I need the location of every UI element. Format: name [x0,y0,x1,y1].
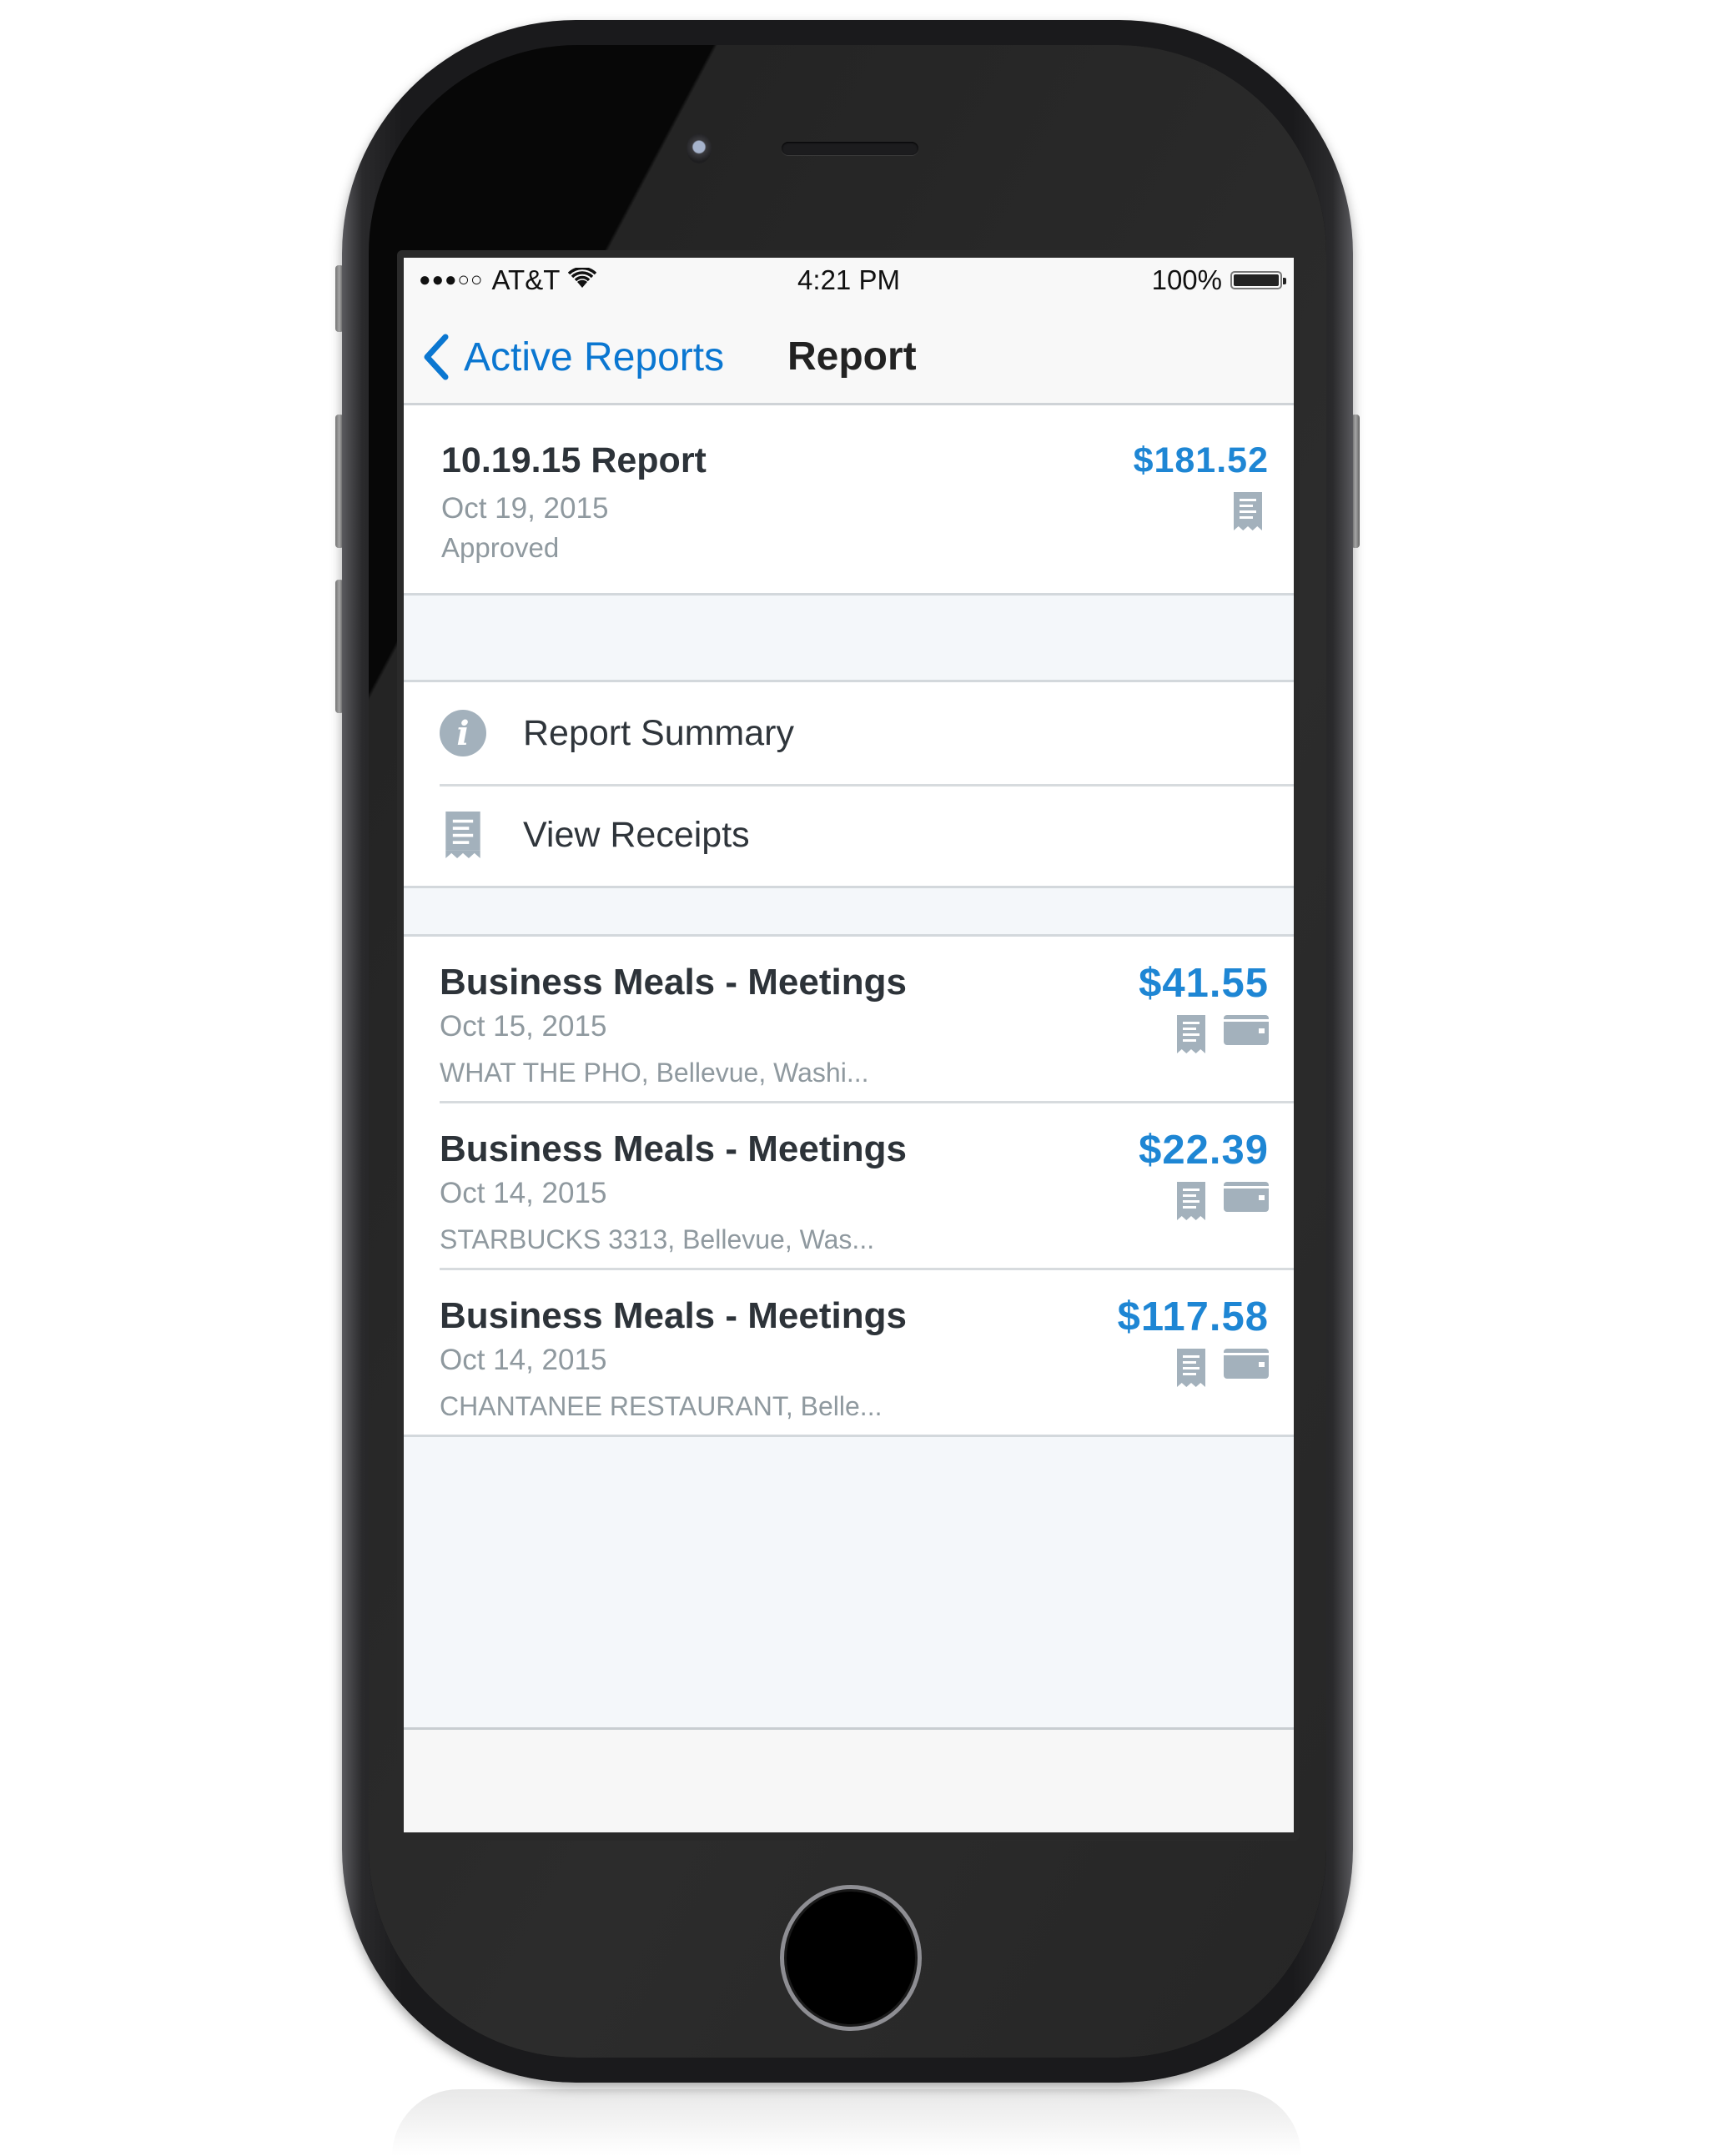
credit-card-icon [1224,1182,1269,1212]
expense-type: Business Meals - Meetings [440,1128,907,1169]
status-bar: ●●●○○ AT&T 4:21 PM 100% [404,258,1294,300]
report-name: 10.19.15 Report [441,440,707,480]
receipt-icon [1177,1349,1205,1387]
expense-row[interactable]: Business Meals - Meetings Oct 14, 2015 C… [440,1268,1294,1435]
credit-card-icon [1224,1349,1269,1379]
expense-row[interactable]: Business Meals - Meetings Oct 14, 2015 S… [440,1101,1294,1268]
expense-type: Business Meals - Meetings [440,1295,907,1336]
page-title: Report [787,334,917,379]
expense-amount: $117.58 [1117,1294,1269,1339]
receipt-icon [1177,1015,1205,1053]
expense-amount: $41.55 [1139,961,1269,1006]
expense-merchant: CHANTANEE RESTAURANT, Belle... [440,1391,883,1421]
credit-card-icon [1224,1015,1269,1045]
menu-item-view-receipts[interactable]: View Receipts [404,784,1294,886]
menu-item-label: Report Summary [523,712,794,753]
receipt-icon [440,812,486,858]
phone-reflection [392,2089,1301,2156]
expense-merchant: STARBUCKS 3313, Bellevue, Was... [440,1224,875,1254]
navigation-bar: Active Reports Report [404,300,1294,405]
expense-date: Oct 14, 2015 [440,1177,607,1209]
menu-item-report-summary[interactable]: i Report Summary [404,682,1294,784]
chevron-left-icon [424,334,449,380]
expense-list: Business Meals - Meetings Oct 15, 2015 W… [404,934,1294,1437]
earpiece-speaker [782,142,918,155]
front-camera [687,133,712,163]
report-total: $181.52 [1133,440,1269,480]
expense-amount: $22.39 [1139,1128,1269,1173]
bottom-toolbar [404,1727,1294,1832]
report-date: Oct 19, 2015 [441,492,609,525]
info-icon: i [440,710,486,756]
home-button[interactable] [780,1885,922,2031]
menu-item-label: View Receipts [523,814,750,855]
report-header: 10.19.15 Report Oct 19, 2015 Approved $1… [404,405,1294,596]
battery-percent: 100% [1151,264,1222,295]
expense-type: Business Meals - Meetings [440,962,907,1003]
expense-date: Oct 15, 2015 [440,1010,607,1043]
report-menu: i Report Summary View Receipts [404,680,1294,888]
app-screen: ●●●○○ AT&T 4:21 PM 100% Active Reports R… [404,258,1294,1832]
status-badge: Approved [441,532,560,563]
expense-date: Oct 14, 2015 [440,1344,607,1376]
expense-row[interactable]: Business Meals - Meetings Oct 15, 2015 W… [404,937,1294,1101]
battery-icon [1230,271,1286,289]
receipt-icon [1234,492,1262,535]
back-button-label: Active Reports [464,334,725,379]
receipt-icon [1177,1182,1205,1220]
back-button[interactable]: Active Reports [419,332,724,382]
expense-merchant: WHAT THE PHO, Bellevue, Washi... [440,1058,869,1088]
